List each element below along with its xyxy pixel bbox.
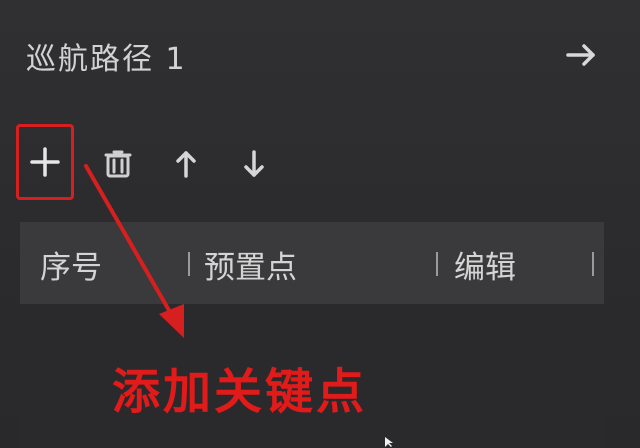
cruise-path-panel: 巡航路径 1 序号 预置点 编辑 添加关键点 (0, 0, 640, 448)
arrow-down-icon (244, 150, 264, 177)
plus-icon (30, 147, 60, 177)
delete-button[interactable] (92, 138, 144, 190)
add-keypoint-button[interactable] (16, 124, 74, 200)
column-preset-header: 预置点 (204, 250, 297, 286)
column-divider[interactable] (436, 252, 438, 276)
trash-icon (104, 150, 132, 178)
arrow-up-icon (176, 151, 196, 178)
mouse-cursor-icon (385, 437, 393, 447)
column-edit-header: 编辑 (454, 250, 516, 286)
column-divider[interactable] (188, 252, 190, 276)
move-down-button[interactable] (228, 138, 280, 190)
column-index-header: 序号 (40, 250, 102, 286)
next-button[interactable] (562, 38, 602, 72)
panel-title: 巡航路径 1 (26, 42, 187, 77)
column-divider[interactable] (592, 252, 594, 276)
move-up-button[interactable] (160, 138, 212, 190)
table-header: 序号 预置点 编辑 (20, 222, 604, 304)
annotation-label: 添加关键点 (112, 364, 368, 420)
arrow-right-icon (566, 44, 595, 66)
